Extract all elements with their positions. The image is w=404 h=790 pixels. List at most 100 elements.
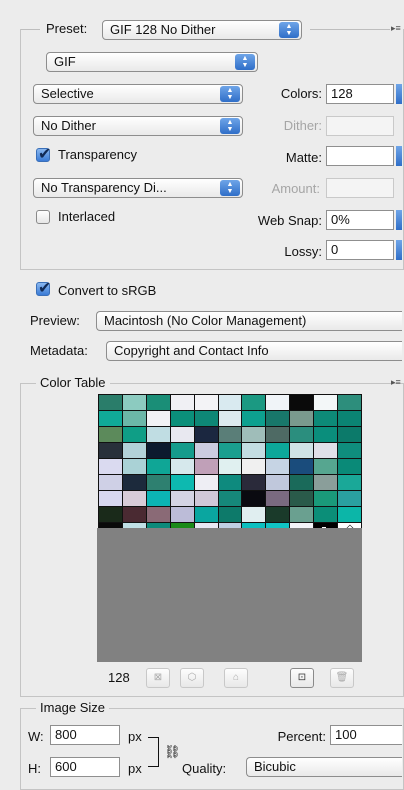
color-swatch[interactable] (218, 395, 242, 410)
matte-field[interactable] (326, 146, 394, 166)
color-swatch[interactable] (122, 427, 146, 442)
color-swatch[interactable] (122, 411, 146, 426)
metadata-select[interactable]: Copyright and Contact Info (106, 341, 402, 361)
color-swatch[interactable] (314, 395, 338, 410)
color-swatch[interactable] (218, 427, 242, 442)
color-swatch[interactable] (266, 443, 290, 458)
map-selected-to-transparent-icon[interactable]: ⊠ (146, 668, 170, 688)
color-table-grid[interactable]: ◇ (98, 394, 362, 539)
color-swatch[interactable] (338, 443, 361, 458)
color-swatch[interactable] (170, 395, 194, 410)
color-swatch[interactable] (99, 507, 122, 522)
preview-select[interactable]: Macintosh (No Color Management) (96, 311, 402, 331)
color-swatch[interactable] (170, 427, 194, 442)
color-swatch[interactable] (99, 491, 122, 506)
lossy-field[interactable]: 0 (326, 240, 394, 260)
color-swatch[interactable] (99, 459, 122, 474)
color-swatch[interactable] (338, 475, 361, 490)
color-swatch[interactable] (146, 491, 170, 506)
color-swatch[interactable] (266, 411, 290, 426)
matte-stepper[interactable] (396, 146, 402, 166)
color-swatch[interactable] (122, 507, 146, 522)
color-swatch[interactable] (242, 491, 266, 506)
color-swatch[interactable] (218, 459, 242, 474)
color-swatch[interactable] (99, 411, 122, 426)
color-swatch[interactable] (266, 491, 290, 506)
colors-stepper[interactable] (396, 84, 402, 104)
color-swatch[interactable] (266, 459, 290, 474)
color-swatch[interactable] (290, 395, 314, 410)
lock-color-icon[interactable]: ⌂ (224, 668, 248, 688)
color-swatch[interactable] (266, 475, 290, 490)
color-swatch[interactable] (314, 427, 338, 442)
color-swatch[interactable] (194, 459, 218, 474)
color-swatch[interactable] (314, 459, 338, 474)
color-swatch[interactable] (314, 443, 338, 458)
color-swatch[interactable] (266, 507, 290, 522)
color-swatch[interactable] (194, 491, 218, 506)
dither-field[interactable] (326, 116, 394, 136)
color-reduction-select[interactable]: Selective ▲ ▼ (33, 84, 243, 104)
percent-field[interactable]: 100 (330, 725, 402, 745)
color-swatch[interactable] (266, 395, 290, 410)
color-swatch[interactable] (99, 443, 122, 458)
color-swatch[interactable] (242, 395, 266, 410)
color-swatch[interactable] (218, 411, 242, 426)
color-swatch[interactable] (146, 427, 170, 442)
color-swatch[interactable] (170, 475, 194, 490)
color-table-flyout-icon[interactable]: ▸≡ (391, 377, 401, 388)
color-swatch[interactable] (122, 475, 146, 490)
color-swatch[interactable] (242, 411, 266, 426)
color-swatch[interactable] (338, 427, 361, 442)
color-swatch[interactable] (266, 427, 290, 442)
format-select[interactable]: GIF ▲ ▼ (46, 52, 258, 72)
color-swatch[interactable] (242, 443, 266, 458)
color-swatch[interactable] (290, 507, 314, 522)
color-swatch[interactable] (146, 411, 170, 426)
color-swatch[interactable] (314, 507, 338, 522)
color-swatch[interactable] (194, 395, 218, 410)
transparency-checkbox[interactable] (36, 144, 51, 164)
quality-select[interactable]: Bicubic (246, 757, 402, 777)
color-swatch[interactable] (338, 411, 361, 426)
color-swatch[interactable] (170, 491, 194, 506)
color-swatch[interactable] (146, 443, 170, 458)
web-snap-field[interactable]: 0% (326, 210, 394, 230)
lock-web-safe-icon[interactable]: ⬡ (180, 668, 204, 688)
colors-field[interactable]: 128 (326, 84, 394, 104)
color-swatch[interactable] (99, 475, 122, 490)
web-snap-stepper[interactable] (396, 210, 402, 230)
color-swatch[interactable] (146, 395, 170, 410)
interlaced-checkbox[interactable] (36, 210, 50, 224)
color-swatch[interactable] (146, 459, 170, 474)
color-swatch[interactable] (146, 507, 170, 522)
color-swatch[interactable] (170, 411, 194, 426)
color-swatch[interactable] (338, 459, 361, 474)
color-swatch[interactable] (290, 459, 314, 474)
color-swatch[interactable] (290, 427, 314, 442)
lossy-stepper[interactable] (396, 240, 402, 260)
color-swatch[interactable] (242, 507, 266, 522)
color-swatch[interactable] (290, 443, 314, 458)
color-swatch[interactable] (218, 507, 242, 522)
color-swatch[interactable] (338, 507, 361, 522)
convert-srgb-checkbox[interactable] (36, 278, 51, 298)
delete-color-icon[interactable]: 🗑 (330, 668, 354, 688)
color-swatch[interactable] (242, 475, 266, 490)
color-swatch[interactable] (194, 507, 218, 522)
color-swatch[interactable] (218, 443, 242, 458)
width-field[interactable]: 800 (50, 725, 120, 745)
color-swatch[interactable] (242, 427, 266, 442)
color-swatch[interactable] (146, 475, 170, 490)
color-swatch[interactable] (314, 411, 338, 426)
color-swatch[interactable] (194, 475, 218, 490)
link-chain-icon[interactable]: ⛓ (164, 744, 181, 760)
color-swatch[interactable] (170, 443, 194, 458)
color-swatch[interactable] (290, 411, 314, 426)
color-swatch[interactable] (99, 395, 122, 410)
height-field[interactable]: 600 (50, 757, 120, 777)
color-swatch[interactable] (218, 475, 242, 490)
dither-algorithm-select[interactable]: No Dither ▲ ▼ (33, 116, 243, 136)
new-color-icon[interactable]: ⊡ (290, 668, 314, 688)
color-swatch[interactable] (122, 443, 146, 458)
